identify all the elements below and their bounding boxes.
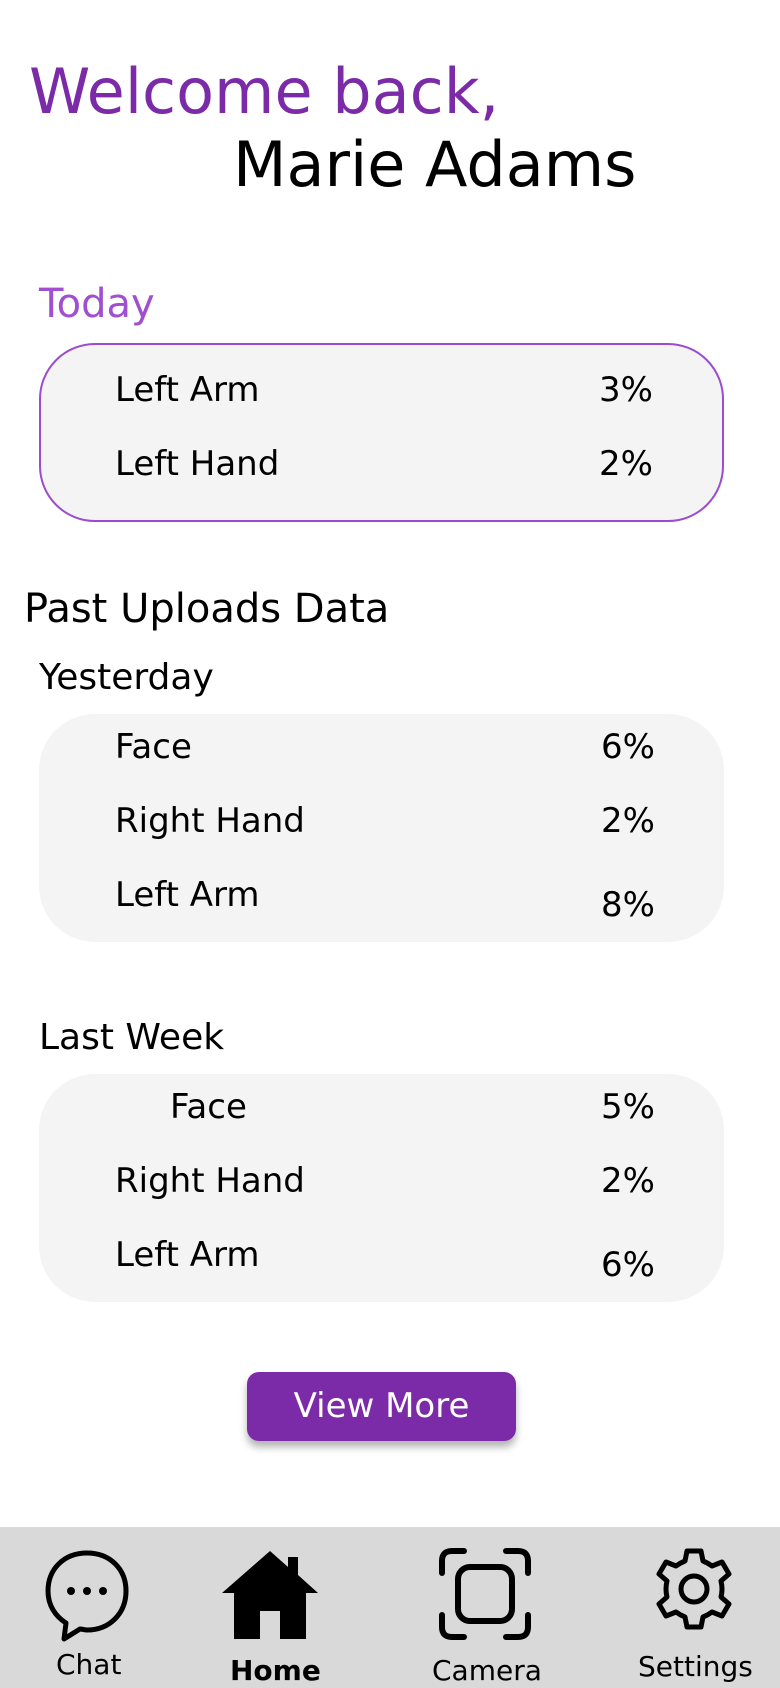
nav-camera-label: Camera xyxy=(432,1654,542,1687)
yesterday-card: Face 6% Right Hand 2% Left Arm 8% xyxy=(39,714,724,942)
past-uploads-title: Past Uploads Data xyxy=(24,586,390,632)
camera-frame-icon xyxy=(439,1548,531,1640)
yesterday-row-value: 6% xyxy=(601,727,655,767)
last-week-row-value: 5% xyxy=(601,1087,655,1127)
today-row-value: 3% xyxy=(599,370,653,410)
today-card: Left Arm 3% Left Hand 2% xyxy=(39,343,724,522)
welcome-text: Welcome back, xyxy=(29,55,500,128)
view-more-button[interactable]: View More xyxy=(247,1372,516,1441)
today-row-label: Left Arm xyxy=(115,370,260,410)
chat-bubble-icon xyxy=(45,1550,129,1642)
yesterday-row-label: Left Arm xyxy=(115,875,260,915)
last-week-label: Last Week xyxy=(39,1017,225,1058)
nav-item-chat[interactable]: Chat xyxy=(20,1527,160,1688)
yesterday-row-label: Right Hand xyxy=(115,801,305,841)
last-week-row-value: 6% xyxy=(601,1245,655,1285)
nav-chat-label: Chat xyxy=(56,1648,122,1681)
gear-icon xyxy=(656,1548,732,1630)
yesterday-label: Yesterday xyxy=(39,657,214,698)
today-row-value: 2% xyxy=(599,444,653,484)
last-week-row-label: Left Arm xyxy=(115,1235,260,1275)
nav-item-home[interactable]: Home xyxy=(200,1527,340,1688)
nav-item-camera[interactable]: Camera xyxy=(420,1527,560,1688)
nav-home-label: Home xyxy=(230,1654,321,1687)
nav-item-settings[interactable]: Settings xyxy=(625,1527,775,1688)
nav-settings-label: Settings xyxy=(638,1650,753,1683)
today-label: Today xyxy=(39,281,155,327)
bottom-nav: Chat Home Camera Settings xyxy=(0,1527,780,1688)
last-week-row-label: Right Hand xyxy=(115,1161,305,1201)
today-row-label: Left Hand xyxy=(115,444,280,484)
home-icon xyxy=(222,1551,318,1639)
yesterday-row-label: Face xyxy=(115,727,192,767)
yesterday-row-value: 8% xyxy=(601,885,655,925)
user-name: Marie Adams xyxy=(233,128,637,201)
yesterday-row-value: 2% xyxy=(601,801,655,841)
last-week-row-value: 2% xyxy=(601,1161,655,1201)
last-week-card: Face 5% Right Hand 2% Left Arm 6% xyxy=(39,1074,724,1302)
last-week-row-label: Face xyxy=(170,1087,247,1127)
